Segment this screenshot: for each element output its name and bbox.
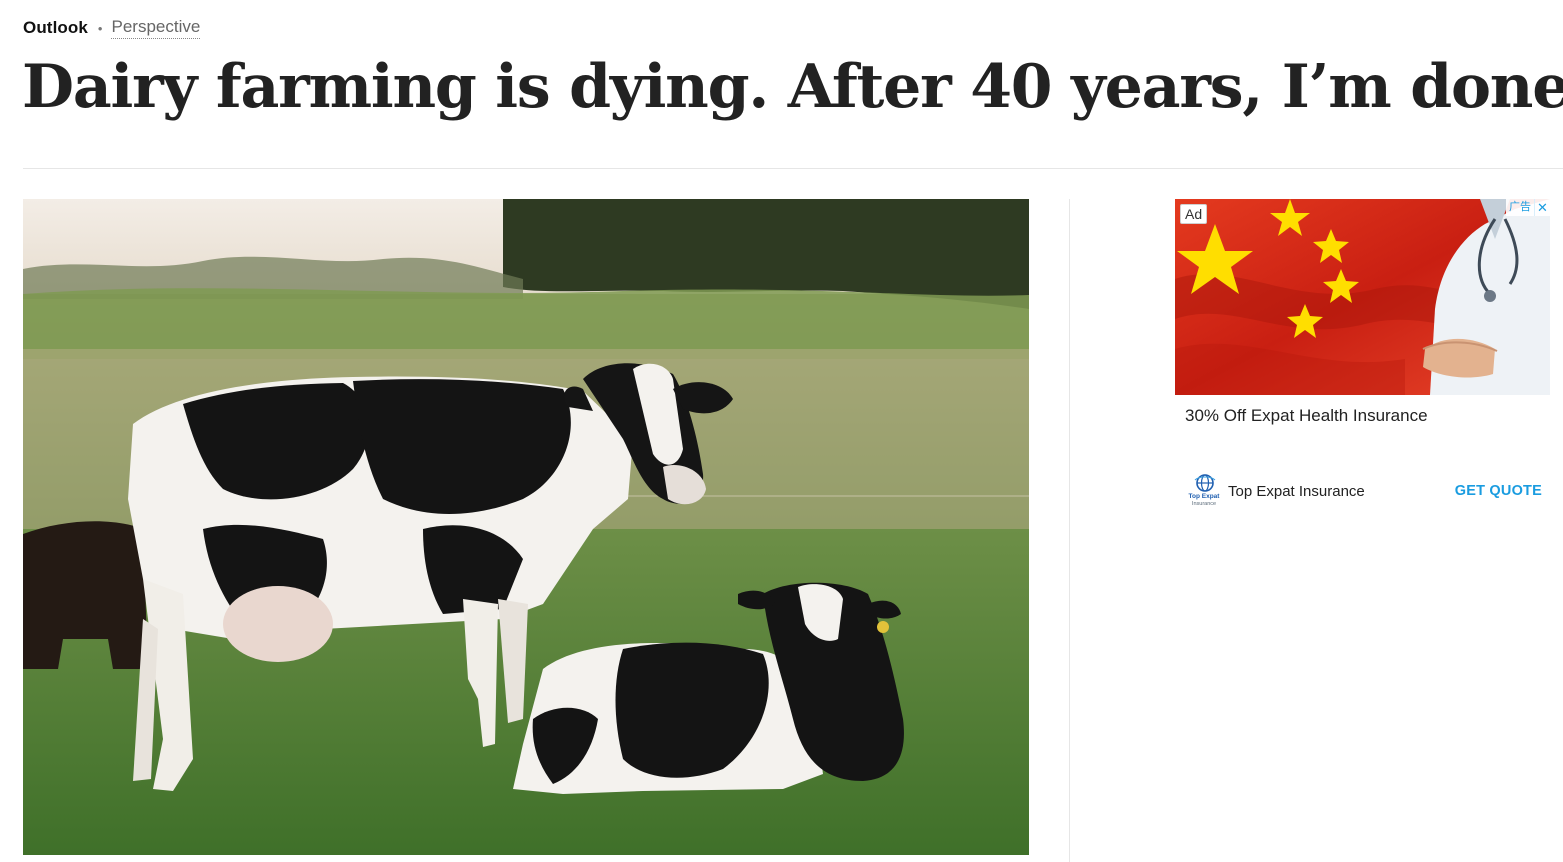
advertiser-logo-icon[interactable]: Top Expat Insurance [1185, 474, 1223, 508]
ad-choices-label[interactable]: 广告 [1506, 199, 1534, 216]
ad-title[interactable]: 30% Off Expat Health Insurance [1185, 406, 1550, 426]
ad-footer: Top Expat Insurance Top Expat Insurance … [1175, 473, 1550, 509]
get-quote-button[interactable]: GET QUOTE [1455, 483, 1542, 499]
section-link[interactable]: Outlook [23, 18, 88, 38]
ad-advertiser-name[interactable]: Top Expat Insurance [1228, 483, 1365, 500]
logo-text-2: Insurance [1192, 501, 1216, 507]
ad-close-icon[interactable]: ✕ [1534, 199, 1550, 216]
logo-text-1: Top Expat [1189, 493, 1221, 500]
kicker-separator: • [97, 20, 103, 36]
cow-pasture-image [23, 199, 1029, 855]
article-headline: Dairy farming is dying. After 40 years, … [22, 52, 1563, 122]
column-divider [1069, 199, 1070, 862]
ad-badge: Ad [1180, 204, 1208, 224]
china-flag-doctor-image [1175, 199, 1550, 395]
article-kicker: Outlook • Perspective [23, 16, 201, 40]
ad-choices[interactable]: 广告 ✕ [1506, 199, 1550, 216]
ad-image[interactable]: Ad 广告 ✕ [1175, 199, 1550, 395]
lead-photo[interactable] [23, 199, 1029, 855]
perspective-label[interactable]: Perspective [111, 17, 201, 39]
header-divider [23, 168, 1563, 169]
ad-unit: Ad 广告 ✕ 30% Off Expat Health Insurance T… [1175, 199, 1550, 509]
